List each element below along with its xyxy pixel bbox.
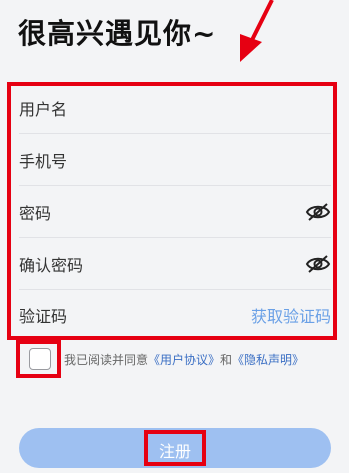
- register-highlight-box: [144, 430, 206, 466]
- phone-field[interactable]: 手机号: [19, 134, 331, 186]
- password-placeholder: 密码: [19, 204, 52, 223]
- verification-code-placeholder: 验证码: [19, 307, 68, 326]
- agreement-text: 我已阅读并同意《用户协议》和《隐私声明》: [64, 351, 304, 368]
- get-code-button[interactable]: 获取验证码: [251, 303, 331, 327]
- eye-off-icon[interactable]: [305, 254, 331, 274]
- username-placeholder: 用户名: [19, 100, 68, 119]
- page-title: 很高兴遇见你~: [18, 17, 217, 50]
- privacy-link[interactable]: 《隐私声明》: [232, 353, 304, 367]
- agreement-and: 和: [220, 353, 233, 367]
- agreement-prefix: 我已阅读并同意: [64, 353, 149, 367]
- username-field[interactable]: 用户名: [19, 82, 331, 134]
- password-field[interactable]: 密码: [19, 186, 331, 238]
- verification-code-field[interactable]: 验证码 获取验证码: [19, 290, 331, 340]
- confirm-password-placeholder: 确认密码: [19, 256, 84, 275]
- annotation-arrow: [240, 0, 274, 62]
- confirm-password-field[interactable]: 确认密码: [19, 238, 331, 290]
- phone-placeholder: 手机号: [19, 152, 68, 171]
- user-agreement-link[interactable]: 《用户协议》: [148, 353, 220, 367]
- eye-off-icon[interactable]: [305, 202, 331, 222]
- agreement-checkbox[interactable]: [29, 348, 51, 370]
